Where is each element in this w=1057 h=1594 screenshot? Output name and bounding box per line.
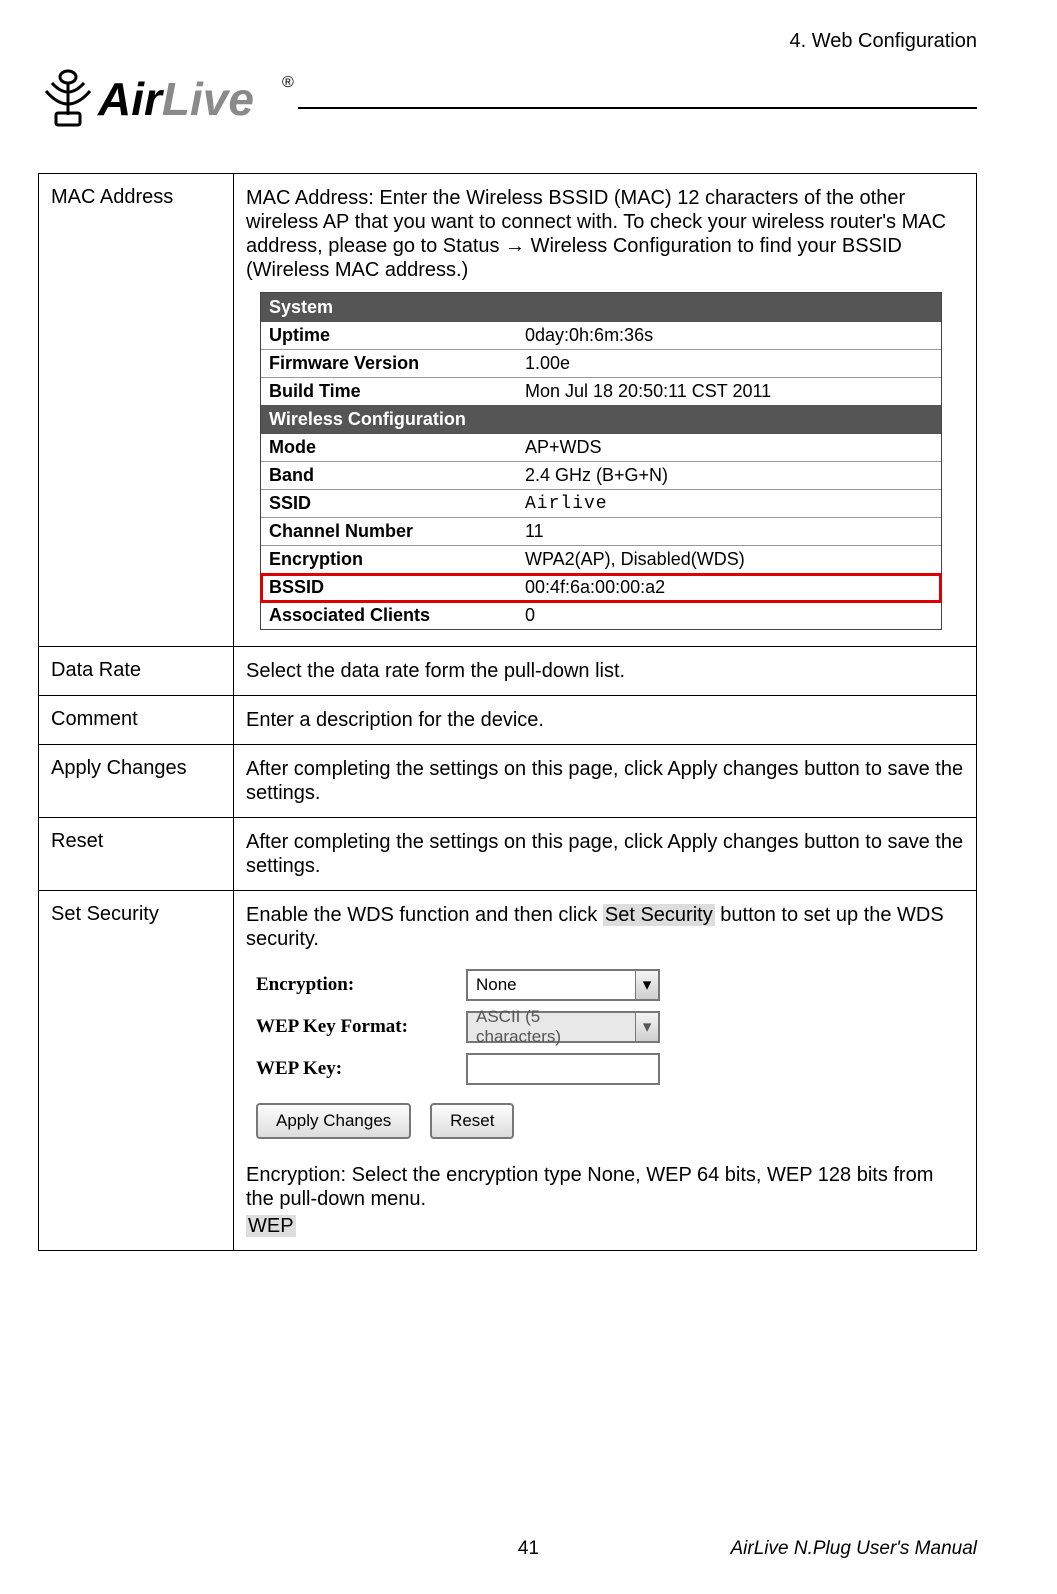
config-table: MAC Address MAC Address: Enter the Wirel… <box>38 173 977 1251</box>
row-desc-mac: MAC Address: Enter the Wireless BSSID (M… <box>234 174 977 647</box>
encryption-help-text: Encryption: Select the encryption type N… <box>246 1163 964 1211</box>
apply-changes-button[interactable]: Apply Changes <box>256 1103 411 1139</box>
manual-title: AirLive N.Plug User's Manual <box>731 1538 978 1560</box>
airlive-logo-icon: AirLive ® <box>38 57 298 133</box>
section-title: 4. Web Configuration <box>38 30 977 53</box>
row-desc-comment: Enter a description for the device. <box>234 696 977 745</box>
mode-label: Mode <box>261 434 517 462</box>
row-label-apply: Apply Changes <box>39 745 234 818</box>
wep-key-input[interactable] <box>466 1053 660 1085</box>
channel-label: Channel Number <box>261 518 517 546</box>
system-header: System <box>261 293 941 322</box>
row-desc-security: Enable the WDS function and then click S… <box>234 891 977 1251</box>
row-label-comment: Comment <box>39 696 234 745</box>
assoc-value: 0 <box>517 602 941 630</box>
encryption-form: Encryption: None ▾ WEP Key Format: ASCII… <box>256 969 964 1139</box>
row-desc-reset: After completing the settings on this pa… <box>234 818 977 891</box>
svg-text:®: ® <box>282 74 294 91</box>
assoc-label: Associated Clients <box>261 602 517 630</box>
bssid-label: BSSID <box>261 574 517 602</box>
band-value: 2.4 GHz (B+G+N) <box>517 462 941 490</box>
encryption-label: Encryption <box>261 546 517 574</box>
encryption-field-label: Encryption: <box>256 974 466 996</box>
brand-text-live: Live <box>162 73 254 125</box>
ssid-label: SSID <box>261 490 517 518</box>
mode-value: AP+WDS <box>517 434 941 462</box>
band-label: Band <box>261 462 517 490</box>
build-value: Mon Jul 18 20:50:11 CST 2011 <box>517 378 941 406</box>
security-description: Enable the WDS function and then click S… <box>246 903 964 951</box>
row-label-data-rate: Data Rate <box>39 647 234 696</box>
wep-format-label: WEP Key Format: <box>256 1016 466 1038</box>
status-panel: System Uptime0day:0h:6m:36s Firmware Ver… <box>260 292 942 630</box>
encryption-select[interactable]: None ▾ <box>466 969 660 1001</box>
wep-key-label: WEP Key: <box>256 1058 466 1080</box>
svg-text:AirLive: AirLive <box>97 73 254 125</box>
uptime-label: Uptime <box>261 322 517 350</box>
page-header: AirLive ® <box>38 57 977 133</box>
set-security-highlight: Set Security <box>603 904 715 926</box>
fw-value: 1.00e <box>517 350 941 378</box>
channel-value: 11 <box>517 518 941 546</box>
brand-logo: AirLive ® <box>38 57 298 133</box>
bssid-value: 00:4f:6a:00:00:a2 <box>517 574 941 602</box>
wep-format-select[interactable]: ASCII (5 characters) ▾ <box>466 1011 660 1043</box>
row-label-mac: MAC Address <box>39 174 234 647</box>
page-number: 41 <box>518 1538 539 1560</box>
ssid-value: Airlive <box>517 490 941 518</box>
header-rule <box>298 107 977 109</box>
build-label: Build Time <box>261 378 517 406</box>
row-desc-apply: After completing the settings on this pa… <box>234 745 977 818</box>
wep-highlight: WEP <box>246 1215 296 1237</box>
uptime-value: 0day:0h:6m:36s <box>517 322 941 350</box>
chevron-down-icon: ▾ <box>635 971 658 999</box>
chevron-down-icon: ▾ <box>635 1013 658 1041</box>
page-footer: 41 AirLive N.Plug User's Manual <box>0 1538 1057 1560</box>
encryption-value: WPA2(AP), Disabled(WDS) <box>517 546 941 574</box>
brand-text-air: Air <box>97 73 164 125</box>
row-label-reset: Reset <box>39 818 234 891</box>
row-label-security: Set Security <box>39 891 234 1251</box>
wireless-config-header: Wireless Configuration <box>261 405 941 434</box>
row-desc-data-rate: Select the data rate form the pull-down … <box>234 647 977 696</box>
reset-button[interactable]: Reset <box>430 1103 514 1139</box>
mac-description: MAC Address: Enter the Wireless BSSID (M… <box>246 186 964 282</box>
fw-label: Firmware Version <box>261 350 517 378</box>
